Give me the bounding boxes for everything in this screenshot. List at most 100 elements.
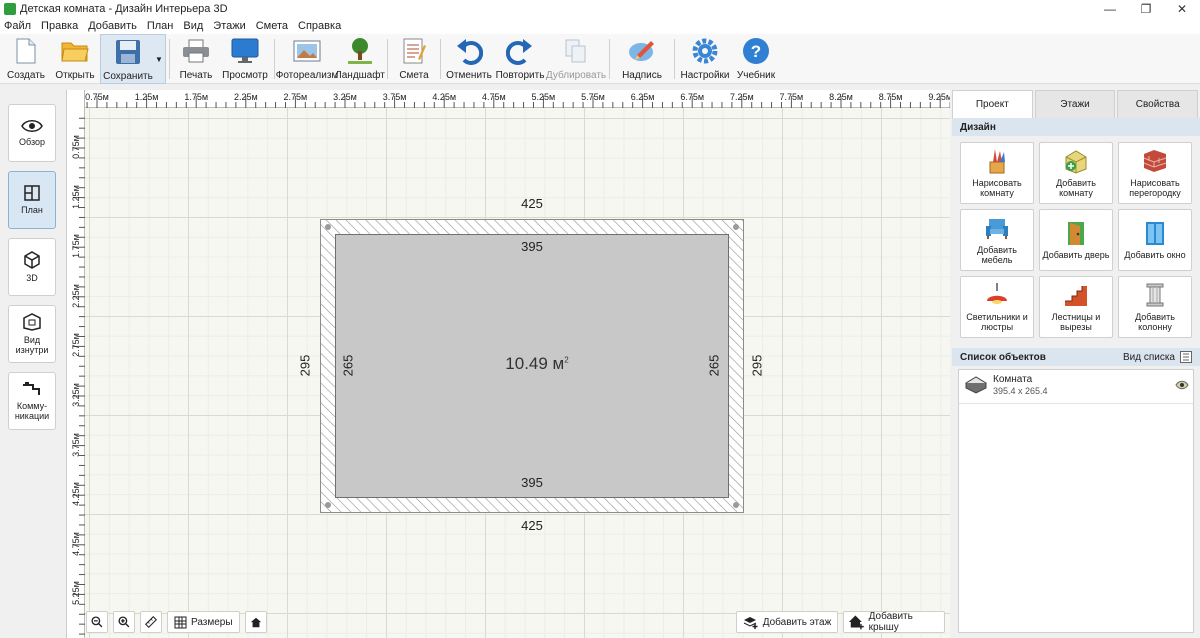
measure-button[interactable] bbox=[140, 611, 162, 633]
preview-button[interactable]: Просмотр bbox=[219, 34, 271, 84]
toolbar-separator bbox=[387, 39, 388, 79]
window-icon bbox=[1146, 222, 1164, 245]
add-roof-button[interactable]: Добавить крышу bbox=[843, 611, 945, 633]
objects-section-header: Список объектов Вид списка bbox=[952, 348, 1200, 366]
close-button[interactable]: ✕ bbox=[1164, 0, 1200, 18]
wall-corner-handle[interactable] bbox=[733, 224, 739, 230]
brush-pencil-icon bbox=[989, 149, 1005, 174]
menu-file[interactable]: Файл bbox=[4, 20, 31, 32]
menu-plan[interactable]: План bbox=[147, 20, 174, 32]
duplicate-icon bbox=[562, 37, 590, 65]
armchair-icon bbox=[986, 219, 1008, 239]
dimension-outer-bottom: 425 bbox=[521, 518, 543, 533]
design-tools: Нарисовать комнату Добавить комнату Нари… bbox=[952, 136, 1200, 344]
title-bar: Детская комната - Дизайн Интерьера 3D — … bbox=[0, 0, 1200, 18]
settings-button[interactable]: Настройки bbox=[678, 34, 732, 84]
menu-add[interactable]: Добавить bbox=[88, 20, 137, 32]
redo-arrow-icon bbox=[506, 37, 534, 65]
minimize-button[interactable]: — bbox=[1092, 0, 1128, 18]
window-title: Детская комната - Дизайн Интерьера 3D bbox=[20, 3, 228, 15]
add-window-button[interactable]: Добавить окно bbox=[1118, 209, 1192, 271]
wall-corner-handle[interactable] bbox=[733, 502, 739, 508]
toolbar-separator bbox=[674, 39, 675, 79]
plan-canvas[interactable]: 0.75м 1.25м 1.75м 2.25м 2.75м 3.25м 3.75м 4.25м… bbox=[66, 90, 950, 638]
visibility-eye-icon[interactable] bbox=[1175, 380, 1189, 390]
add-furniture-button[interactable]: Добавить мебель bbox=[960, 209, 1034, 271]
draw-room-button[interactable]: Нарисовать комнату bbox=[960, 142, 1034, 204]
tree-icon bbox=[346, 37, 374, 65]
draw-partition-button[interactable]: Нарисовать перегородку bbox=[1118, 142, 1192, 204]
add-room-button[interactable]: Добавить комнату bbox=[1039, 142, 1113, 204]
right-panel-tabs: Проект Этажи Свойства bbox=[952, 90, 1200, 118]
add-floor-button[interactable]: Добавить этаж bbox=[736, 611, 838, 633]
utilities-button[interactable]: Комму-никации bbox=[8, 372, 56, 430]
add-stairs-button[interactable]: Лестницы и вырезы bbox=[1039, 276, 1113, 338]
create-button[interactable]: Создать bbox=[2, 34, 50, 84]
add-column-button[interactable]: Добавить колонну bbox=[1118, 276, 1192, 338]
ceiling-lamp-icon bbox=[987, 283, 1007, 304]
undo-button[interactable]: Отменить bbox=[444, 34, 494, 84]
room-object-icon bbox=[965, 376, 987, 394]
add-lights-button[interactable]: Светильники и люстры bbox=[960, 276, 1034, 338]
column-icon bbox=[1146, 283, 1164, 307]
list-item[interactable]: Комната 395.4 x 265.4 bbox=[959, 370, 1193, 404]
maximize-button[interactable]: ❐ bbox=[1128, 0, 1164, 18]
dimensions-toggle-button[interactable]: Размеры bbox=[167, 611, 240, 633]
eye-icon bbox=[21, 120, 43, 132]
stairs-icon bbox=[1065, 286, 1087, 306]
menu-estimate[interactable]: Смета bbox=[256, 20, 288, 32]
tab-properties[interactable]: Свойства bbox=[1117, 90, 1199, 118]
inside-view-button[interactable]: Вид изнутри bbox=[8, 305, 56, 363]
tab-project[interactable]: Проект bbox=[952, 90, 1033, 118]
menu-floors[interactable]: Этажи bbox=[213, 20, 245, 32]
new-file-icon bbox=[12, 37, 40, 65]
door-icon bbox=[1068, 222, 1084, 245]
dimension-inner-bottom: 395 bbox=[521, 475, 543, 490]
room-interior-icon bbox=[23, 313, 41, 331]
photorealism-button[interactable]: Фотореализм bbox=[276, 34, 338, 84]
zoom-out-icon bbox=[91, 616, 103, 628]
roof-plus-icon bbox=[848, 615, 864, 630]
monitor-icon bbox=[231, 37, 259, 65]
view-3d-button[interactable]: 3D bbox=[8, 238, 56, 296]
menu-help[interactable]: Справка bbox=[298, 20, 341, 32]
wall-corner-handle[interactable] bbox=[325, 502, 331, 508]
duplicate-button[interactable]: Дублировать bbox=[546, 34, 606, 84]
menu-view[interactable]: Вид bbox=[183, 20, 203, 32]
estimate-button[interactable]: Смета bbox=[391, 34, 437, 84]
add-door-button[interactable]: Добавить дверь bbox=[1039, 209, 1113, 271]
wall-corner-handle[interactable] bbox=[325, 224, 331, 230]
redo-button[interactable]: Повторить bbox=[494, 34, 546, 84]
dimension-inner-left: 265 bbox=[340, 354, 356, 377]
menu-bar: Файл Правка Добавить План Вид Этажи Смет… bbox=[0, 18, 1200, 34]
printer-icon bbox=[182, 37, 210, 65]
tab-floors[interactable]: Этажи bbox=[1034, 90, 1116, 118]
home-view-button[interactable] bbox=[244, 611, 267, 633]
save-dropdown-arrow-icon[interactable]: ▼ bbox=[155, 55, 163, 64]
list-view-toggle[interactable]: Вид списка bbox=[1123, 351, 1192, 363]
layers-plus-icon bbox=[743, 617, 758, 629]
app-icon bbox=[4, 3, 16, 15]
brick-wall-icon bbox=[1143, 150, 1167, 172]
zoom-in-button[interactable] bbox=[113, 611, 135, 633]
save-button[interactable]: Сохранить ▼ bbox=[100, 34, 166, 84]
home-icon bbox=[250, 617, 261, 627]
toolbar-separator bbox=[609, 39, 610, 79]
caption-button[interactable]: Надпись bbox=[613, 34, 671, 84]
print-button[interactable]: Печать bbox=[173, 34, 219, 84]
tutorial-button[interactable]: ? Учебник bbox=[732, 34, 780, 84]
undo-arrow-icon bbox=[455, 37, 483, 65]
plan-button[interactable]: План bbox=[8, 171, 56, 229]
help-question-icon: ? bbox=[742, 37, 770, 65]
menu-edit[interactable]: Правка bbox=[41, 20, 78, 32]
zoom-out-button[interactable] bbox=[86, 611, 108, 633]
open-button[interactable]: Открыть bbox=[50, 34, 100, 84]
toolbar-separator bbox=[440, 39, 441, 79]
dimensions-grid-icon bbox=[174, 616, 187, 628]
room-area: 10.49 м2 bbox=[505, 354, 569, 373]
list-view-icon bbox=[1180, 351, 1192, 363]
landscape-button[interactable]: Ландшафт bbox=[335, 34, 385, 84]
overview-button[interactable]: Обзор bbox=[8, 104, 56, 162]
photo-icon bbox=[293, 37, 321, 65]
floorplan-icon bbox=[24, 185, 40, 201]
